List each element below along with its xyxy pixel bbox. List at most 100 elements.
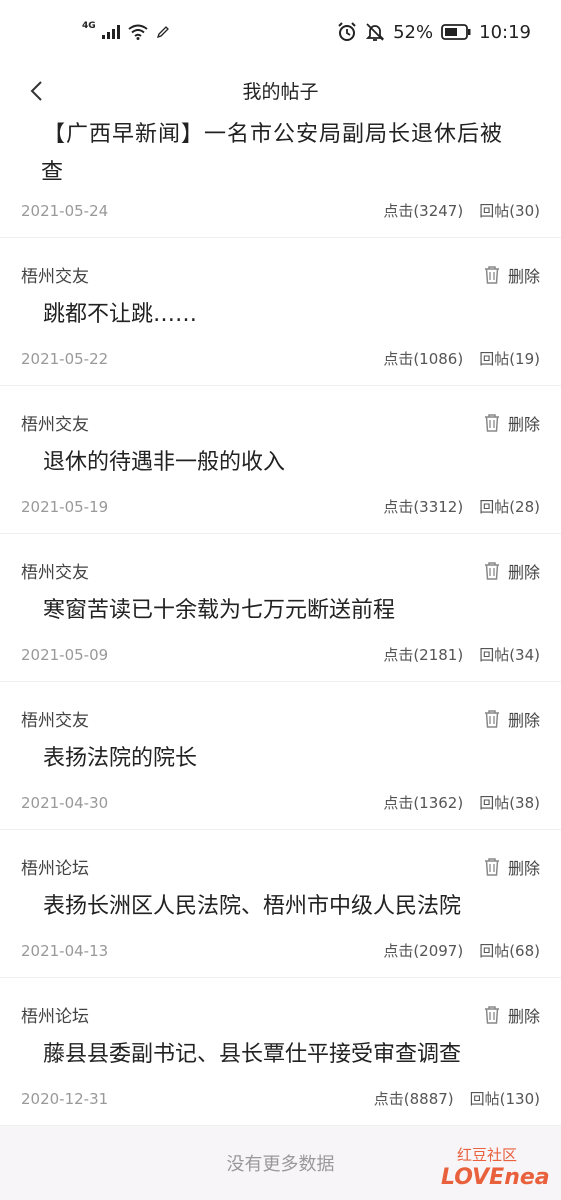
post-title[interactable]: 跳都不让跳…… <box>43 296 540 334</box>
edit-icon <box>156 25 170 39</box>
post-date: 2021-05-22 <box>21 349 109 368</box>
forum-name: 梧州交友 <box>21 267 89 287</box>
delete-button[interactable]: 删除 <box>484 263 540 287</box>
delete-label: 删除 <box>507 710 540 730</box>
alarm-icon <box>337 22 357 42</box>
network-type: 4G <box>82 21 96 31</box>
post-header: 梧州交友 删除 <box>21 558 540 583</box>
post-meta: 2020-12-31 点击(8887) 回帖(130) <box>21 1088 540 1109</box>
post-header: 梧州交友 删除 <box>21 262 540 287</box>
delete-button[interactable]: 删除 <box>484 707 540 731</box>
post-item[interactable]: 梧州交友 删除 退休的待遇非一般的收入 2021-05-19 点击(3312) … <box>0 386 561 534</box>
delete-label: 删除 <box>507 414 540 434</box>
reply-count: 回帖(28) <box>479 498 540 516</box>
post-title-line: 【广西早新闻】一名市公安局副局长退休后被 <box>43 122 504 147</box>
click-count: 点击(2181) <box>383 646 464 664</box>
wifi-icon <box>128 24 148 40</box>
forum-name: 梧州交友 <box>21 563 89 583</box>
forum-name: 梧州交友 <box>21 415 89 435</box>
post-item[interactable]: 梧州交友 删除 跳都不让跳…… 2021-05-22 点击(1086) 回帖(1… <box>0 238 561 386</box>
delete-button[interactable]: 删除 <box>484 1003 540 1027</box>
reply-count: 回帖(68) <box>479 942 540 960</box>
mute-bell-icon <box>365 22 385 42</box>
page-title: 我的帖子 <box>242 80 319 103</box>
watermark-line1: 红豆社区 <box>457 1146 517 1164</box>
post-stats: 点击(2097) 回帖(68) <box>383 940 540 961</box>
post-title[interactable]: 藤县县委副书记、县长覃仕平接受审查调查 <box>43 1036 540 1074</box>
post-date: 2021-05-09 <box>21 645 109 664</box>
click-count: 点击(3247) <box>383 202 464 220</box>
trash-icon <box>484 709 500 728</box>
post-stats: 点击(1086) 回帖(19) <box>383 348 540 369</box>
trash-icon <box>484 413 500 432</box>
post-date: 2020-12-31 <box>21 1089 109 1108</box>
click-count: 点击(1362) <box>383 794 464 812</box>
post-meta: 2021-05-09 点击(2181) 回帖(34) <box>21 644 540 665</box>
forum-name: 梧州论坛 <box>21 859 89 879</box>
post-meta: 2021-05-22 点击(1086) 回帖(19) <box>21 348 540 369</box>
click-count: 点击(3312) <box>383 498 464 516</box>
reply-count: 回帖(130) <box>469 1090 540 1108</box>
delete-button[interactable]: 删除 <box>484 855 540 879</box>
trash-icon <box>484 857 500 876</box>
reply-count: 回帖(30) <box>479 202 540 220</box>
post-header: 梧州交友 删除 <box>21 706 540 731</box>
list-footer: 没有更多数据 红豆社区 LOVEnea <box>0 1126 561 1200</box>
click-count: 点击(8887) <box>373 1090 454 1108</box>
post-title[interactable]: 寒窗苦读已十余载为七万元断送前程 <box>43 592 540 630</box>
back-arrow-icon[interactable] <box>22 76 52 106</box>
post-title[interactable]: 表扬法院的院长 <box>43 740 540 778</box>
delete-label: 删除 <box>507 1006 540 1026</box>
post-item[interactable]: 梧州论坛 删除 表扬长洲区人民法院、梧州市中级人民法院 2021-04-13 点… <box>0 830 561 978</box>
post-item[interactable]: 梧州交友 删除 寒窗苦读已十余载为七万元断送前程 2021-05-09 点击(2… <box>0 534 561 682</box>
post-stats: 点击(8887) 回帖(130) <box>374 1088 540 1109</box>
trash-icon <box>484 265 500 284</box>
post-stats: 点击(1362) 回帖(38) <box>383 792 540 813</box>
trash-icon <box>484 1005 500 1024</box>
status-left: 4G <box>82 21 170 40</box>
post-item[interactable]: 梧州论坛 删除 藤县县委副书记、县长覃仕平接受审查调查 2020-12-31 点… <box>0 978 561 1126</box>
post-date: 2021-04-30 <box>21 793 109 812</box>
post-header: 梧州论坛 删除 <box>21 854 540 879</box>
forum-name: 梧州论坛 <box>21 1007 89 1027</box>
trash-icon <box>484 561 500 580</box>
post-meta: 2021-04-30 点击(1362) 回帖(38) <box>21 792 540 813</box>
post-date: 2021-04-13 <box>21 941 109 960</box>
post-title[interactable]: 表扬长洲区人民法院、梧州市中级人民法院 <box>43 888 540 926</box>
watermark-line2: LOVEnea <box>441 1165 549 1190</box>
post-date: 2021-05-19 <box>21 497 109 516</box>
clock-time: 10:19 <box>479 21 531 43</box>
post-header: 梧州交友 删除 <box>21 410 540 435</box>
status-right: 52% 10:19 <box>337 22 531 43</box>
post-stats: 点击(2181) 回帖(34) <box>383 644 540 665</box>
post-stats: 点击(3247) 回帖(30) <box>383 200 540 221</box>
delete-label: 删除 <box>507 562 540 582</box>
no-more-data-text: 没有更多数据 <box>226 1154 335 1175</box>
post-meta: 2021-05-19 点击(3312) 回帖(28) <box>21 496 540 517</box>
reply-count: 回帖(34) <box>479 646 540 664</box>
status-bar: 4G 52% 10:19 <box>0 0 561 64</box>
post-list: 【广西早新闻】一名市公安局副局长退休后被 查 2021-05-24 点击(324… <box>0 116 561 1126</box>
post-item[interactable]: 梧州交友 删除 表扬法院的院长 2021-04-30 点击(1362) 回帖(3… <box>0 682 561 830</box>
post-header: 梧州论坛 删除 <box>21 1002 540 1027</box>
delete-label: 删除 <box>507 266 540 286</box>
click-count: 点击(1086) <box>383 350 464 368</box>
reply-count: 回帖(38) <box>479 794 540 812</box>
signal-icon <box>101 25 120 39</box>
nav-bar: 我的帖子 <box>0 64 561 116</box>
battery-icon <box>441 24 471 40</box>
delete-button[interactable]: 删除 <box>484 411 540 435</box>
post-item[interactable]: 【广西早新闻】一名市公安局副局长退休后被 查 2021-05-24 点击(324… <box>0 116 561 238</box>
watermark-logo: 红豆社区 LOVEnea <box>441 1146 549 1190</box>
delete-label: 删除 <box>507 858 540 878</box>
post-title[interactable]: 退休的待遇非一般的收入 <box>43 444 540 482</box>
delete-button[interactable]: 删除 <box>484 559 540 583</box>
forum-name: 梧州交友 <box>21 711 89 731</box>
post-title[interactable]: 【广西早新闻】一名市公安局副局长退休后被 查 <box>41 116 540 192</box>
post-meta: 2021-04-13 点击(2097) 回帖(68) <box>21 940 540 961</box>
click-count: 点击(2097) <box>383 942 464 960</box>
post-date: 2021-05-24 <box>21 201 109 220</box>
post-stats: 点击(3312) 回帖(28) <box>383 496 540 517</box>
reply-count: 回帖(19) <box>479 350 540 368</box>
post-meta: 2021-05-24 点击(3247) 回帖(30) <box>21 200 540 221</box>
